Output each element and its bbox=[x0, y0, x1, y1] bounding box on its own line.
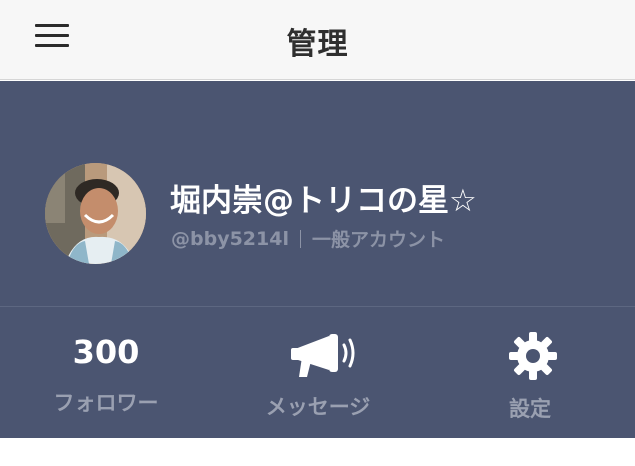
messages-button[interactable]: メッセージ bbox=[212, 307, 424, 438]
account-meta: @bby5214l 一般アカウント bbox=[171, 225, 445, 252]
profile-panel: 堀内崇@トリコの星☆ @bby5214l 一般アカウント bbox=[0, 81, 635, 307]
avatar-photo bbox=[45, 163, 146, 264]
follower-count: 300 bbox=[72, 333, 140, 371]
gear-icon bbox=[509, 332, 557, 380]
account-type: 一般アカウント bbox=[311, 229, 445, 251]
page-title: 管理 bbox=[286, 27, 349, 62]
followers-label: フォロワー bbox=[53, 391, 159, 415]
account-name: 堀内崇@トリコの星☆ bbox=[170, 183, 477, 219]
settings-button[interactable]: 設定 bbox=[424, 307, 635, 438]
followers-button[interactable]: 300 フォロワー bbox=[0, 307, 212, 438]
content-area bbox=[0, 438, 635, 466]
top-navigation-bar: 管理 bbox=[0, 0, 635, 80]
account-handle: @bby5214l bbox=[171, 227, 289, 250]
settings-label: 設定 bbox=[509, 397, 551, 421]
action-row: 300 フォロワー メッセージ 設定 bbox=[0, 307, 635, 438]
avatar[interactable] bbox=[45, 163, 146, 264]
meta-divider bbox=[299, 229, 301, 248]
megaphone-icon bbox=[291, 334, 355, 377]
account-management-screen: 管理 堀内崇@トリコの星☆ @bby5214l 一般アカウント 300 フォロワ… bbox=[0, 0, 635, 466]
messages-label: メッセージ bbox=[265, 395, 371, 419]
